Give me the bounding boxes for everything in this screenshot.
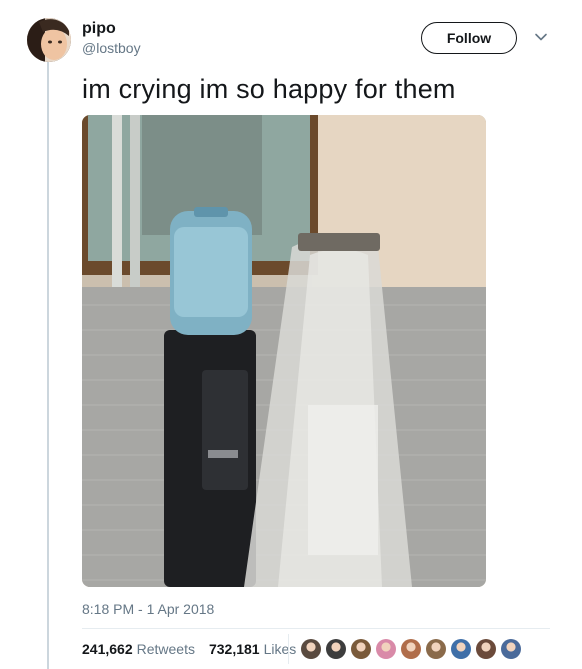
- thread-line: [47, 60, 49, 669]
- photo-water-coolers: [82, 115, 486, 587]
- liker-avatar[interactable]: [401, 639, 421, 659]
- liker-avatar[interactable]: [301, 639, 321, 659]
- likes-count: 732,181: [208, 641, 260, 657]
- liker-avatar[interactable]: [451, 639, 471, 659]
- tweet-stats: 241,662 Retweets 732,181 Likes: [82, 641, 296, 657]
- chevron-down-icon[interactable]: [534, 30, 548, 44]
- liker-avatar[interactable]: [351, 639, 371, 659]
- stats-separator: [288, 634, 289, 664]
- stats-divider: [82, 628, 550, 629]
- follow-button[interactable]: Follow: [421, 22, 517, 54]
- likes-stat[interactable]: 732,181 Likes: [209, 641, 296, 657]
- avatar-image: [27, 18, 71, 62]
- likes-label: Likes: [263, 641, 297, 657]
- retweets-label: Retweets: [136, 641, 195, 657]
- tweet-timestamp[interactable]: 8:18 PM - 1 Apr 2018: [82, 601, 214, 617]
- liker-avatars: [301, 639, 521, 659]
- display-name[interactable]: pipo: [82, 20, 116, 38]
- liker-avatar[interactable]: [326, 639, 346, 659]
- liker-avatar[interactable]: [376, 639, 396, 659]
- liker-avatar[interactable]: [501, 639, 521, 659]
- retweets-stat[interactable]: 241,662 Retweets: [82, 641, 195, 657]
- retweets-count: 241,662: [82, 641, 133, 657]
- tweet-photo[interactable]: [82, 115, 486, 587]
- user-handle[interactable]: @lostboy: [82, 40, 141, 56]
- avatar[interactable]: [27, 18, 71, 62]
- liker-avatar[interactable]: [476, 639, 496, 659]
- tweet-text: im crying im so happy for them: [82, 74, 456, 104]
- liker-avatar[interactable]: [426, 639, 446, 659]
